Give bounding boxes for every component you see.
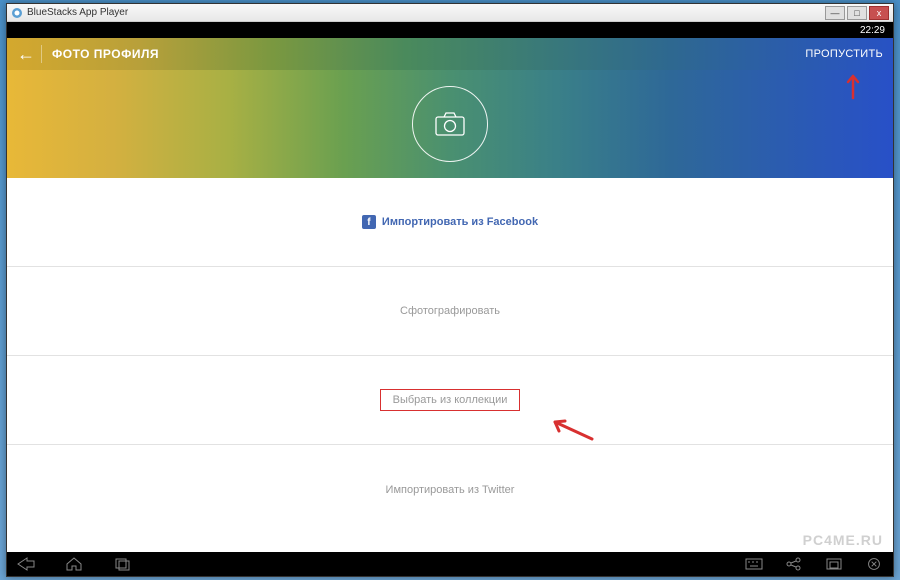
nav-back-icon[interactable] [17,557,35,571]
window-title: BlueStacks App Player [27,7,825,18]
hero-gradient [7,70,893,178]
facebook-label: Импортировать из Facebook [382,216,538,228]
nav-home-icon[interactable] [65,557,83,571]
android-status-bar: 22:29 [7,22,893,38]
bluestacks-icon [11,7,23,19]
gallery-label: Выбрать из коллекции [393,394,508,406]
status-time: 22:29 [860,25,885,36]
maximize-button[interactable]: □ [847,6,867,20]
window-titlebar: BlueStacks App Player — □ x [7,4,893,22]
window-controls: — □ x [825,6,889,20]
options-list: f Импортировать из Facebook Сфотографиро… [7,178,893,534]
nav-keyboard-icon[interactable] [745,557,763,571]
camera-circle-button[interactable] [412,86,488,162]
take-photo-option[interactable]: Сфотографировать [7,267,893,356]
minimize-button[interactable]: — [825,6,845,20]
back-arrow-icon[interactable]: ← [17,44,35,65]
app-header: ← ФОТО ПРОФИЛЯ ПРОПУСТИТЬ [7,38,893,70]
nav-share-icon[interactable] [785,557,803,571]
android-nav-bar [7,552,893,576]
facebook-icon: f [362,215,376,229]
import-twitter-option[interactable]: Импортировать из Twitter [7,445,893,534]
photo-label: Сфотографировать [400,305,500,317]
page-title: ФОТО ПРОФИЛЯ [52,47,805,61]
nav-exit-icon[interactable] [865,557,883,571]
nav-fullscreen-icon[interactable] [825,557,843,571]
gallery-highlight: Выбрать из коллекции [380,389,521,411]
watermark: PC4ME.RU [803,532,883,548]
choose-gallery-option[interactable]: Выбрать из коллекции [7,356,893,445]
twitter-label: Импортировать из Twitter [386,484,515,496]
app-window: BlueStacks App Player — □ x 22:29 ← ФОТО… [6,3,894,577]
nav-recent-icon[interactable] [113,557,131,571]
camera-icon [435,112,465,136]
header-divider [41,45,42,63]
import-facebook-option[interactable]: f Импортировать из Facebook [7,178,893,267]
close-button[interactable]: x [869,6,889,20]
skip-button[interactable]: ПРОПУСТИТЬ [805,48,883,60]
